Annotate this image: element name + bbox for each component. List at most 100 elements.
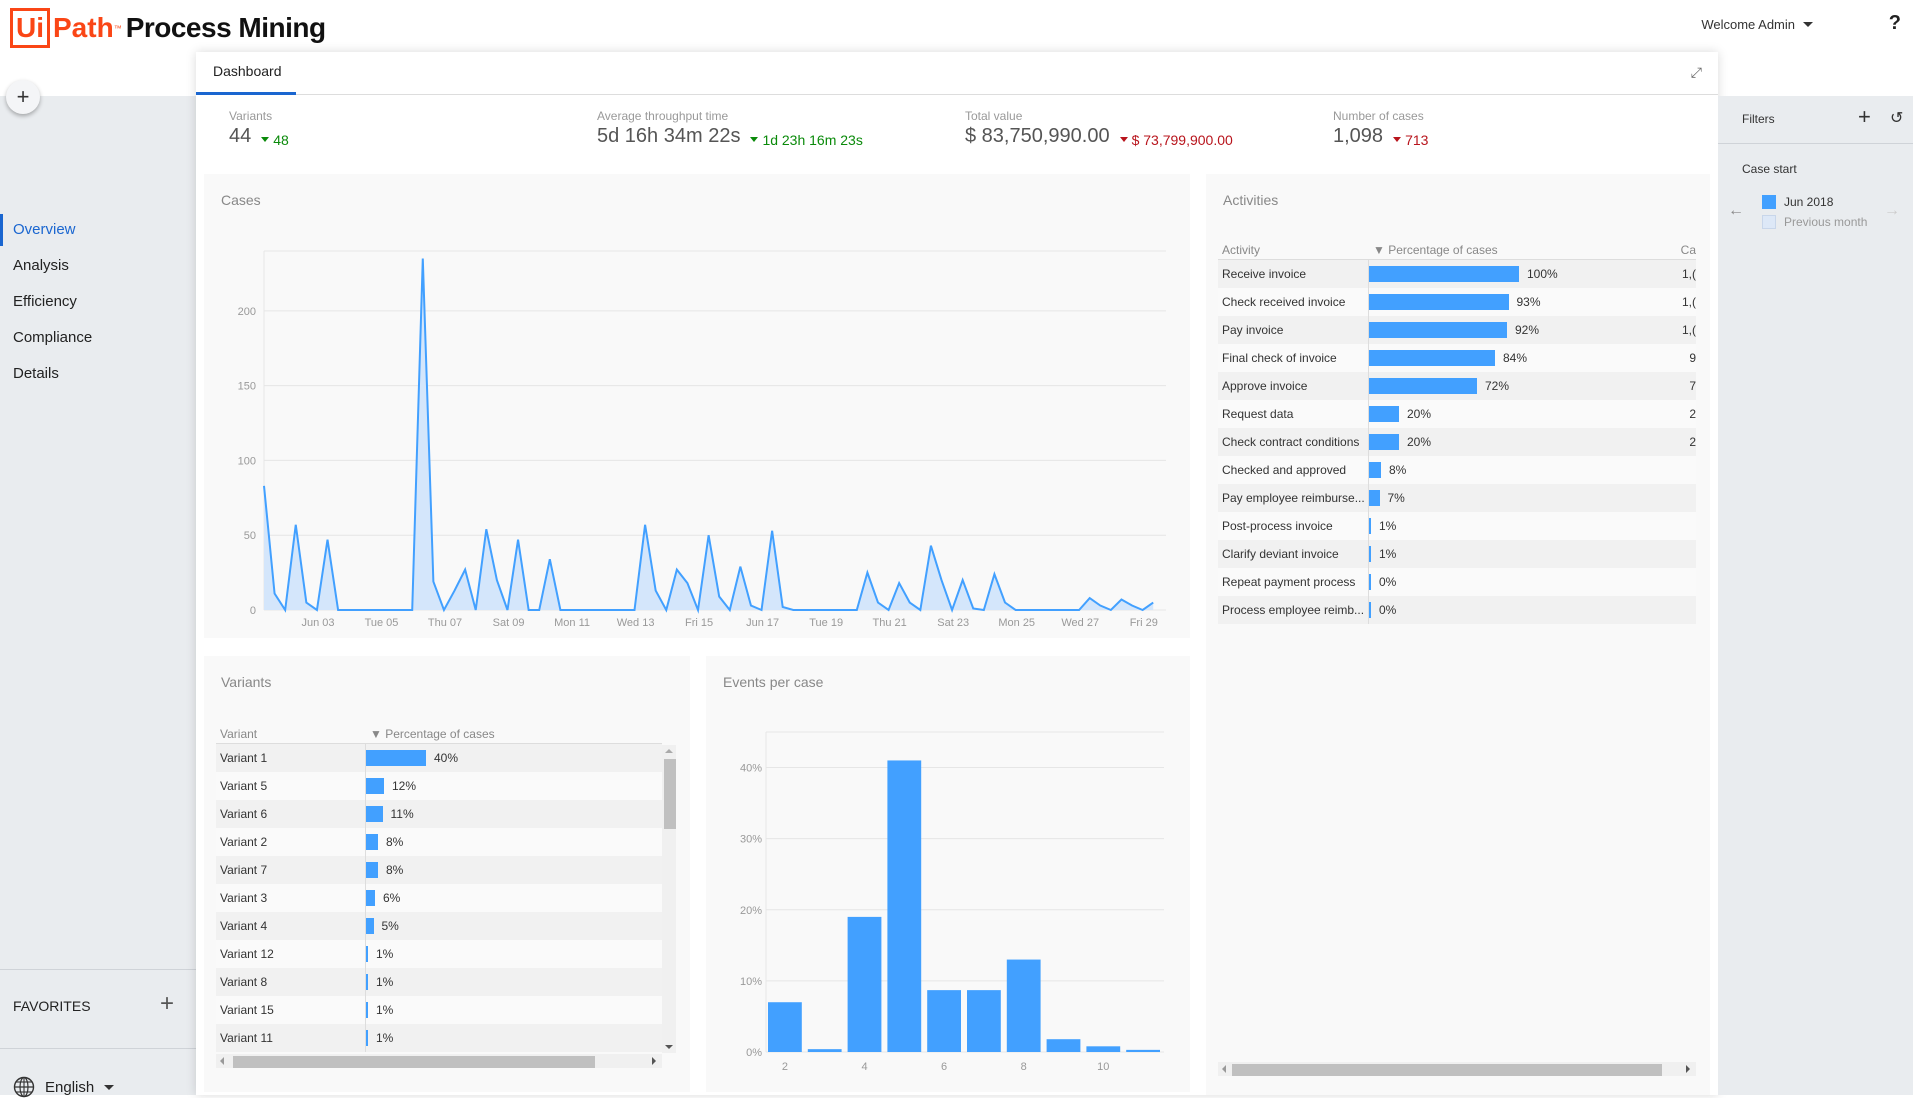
sidebar-item-efficiency[interactable]: Efficiency	[0, 284, 196, 320]
tab-dashboard[interactable]: Dashboard	[196, 52, 296, 95]
table-row[interactable]: Check received invoice93%1,(	[1218, 288, 1696, 316]
col-variant[interactable]: Variant	[216, 724, 366, 743]
scroll-up-icon[interactable]	[665, 749, 673, 753]
row-name: Request data	[1218, 400, 1369, 428]
add-button[interactable]: +	[6, 80, 40, 114]
table-row[interactable]: Approve invoice72%7	[1218, 372, 1696, 400]
logo-product-name: Process Mining	[126, 12, 326, 44]
help-icon[interactable]: ?	[1889, 12, 1901, 35]
row-bar-cell: 84%	[1369, 344, 1676, 372]
percentage-label: 7%	[1388, 491, 1405, 505]
table-row[interactable]: Clarify deviant invoice1%	[1218, 540, 1696, 568]
sidebar-item-analysis[interactable]: Analysis	[0, 248, 196, 284]
bar-events-11[interactable]	[1126, 1050, 1160, 1052]
row-name: Variant 1	[216, 744, 366, 772]
x-tick-label: Sat 23	[937, 617, 969, 629]
table-row[interactable]: Variant 81%	[216, 968, 662, 996]
user-menu[interactable]: Welcome Admin	[1701, 17, 1813, 32]
horizontal-scrollbar[interactable]	[1218, 1062, 1696, 1076]
table-row[interactable]: Receive invoice100%1,(	[1218, 260, 1696, 288]
horizontal-scrollbar[interactable]	[216, 1054, 662, 1068]
table-row[interactable]: Variant 512%	[216, 772, 662, 800]
col-percentage[interactable]: ▼ Percentage of cases	[1369, 240, 1676, 259]
bar-events-5[interactable]	[887, 760, 921, 1052]
bar-events-2[interactable]	[768, 1002, 802, 1052]
table-row[interactable]: Process employee reimb...0%	[1218, 596, 1696, 624]
row-bar-cell: 5%	[366, 912, 662, 940]
y-tick-label: 100	[238, 455, 256, 467]
table-row[interactable]: Variant 28%	[216, 828, 662, 856]
table-row[interactable]: Request data20%2	[1218, 400, 1696, 428]
sidebar-item-details[interactable]: Details	[0, 356, 196, 392]
kpi-delta: 713	[1393, 132, 1428, 148]
kpi-total-value: Total value $ 83,750,990.00 $ 73,799,900…	[965, 109, 1233, 148]
uipath-logo[interactable]: Ui Path ™ Process Mining	[10, 8, 326, 48]
col-percentage[interactable]: ▼ Percentage of cases	[366, 724, 662, 743]
scroll-left-icon[interactable]	[1222, 1065, 1226, 1073]
percentage-bar	[366, 946, 368, 962]
table-row[interactable]: Check contract conditions20%2	[1218, 428, 1696, 456]
bar-events-6[interactable]	[927, 990, 961, 1052]
table-row[interactable]: Variant 140%	[216, 744, 662, 772]
kpi-row: Variants 44 48 Average throughput time 5…	[196, 95, 1718, 165]
bar-events-4[interactable]	[848, 917, 882, 1052]
bar-events-7[interactable]	[967, 990, 1001, 1052]
legend-item-previous[interactable]: Previous month	[1762, 212, 1867, 232]
vertical-scrollbar[interactable]	[662, 745, 676, 1053]
reset-icon[interactable]: ↺	[1890, 108, 1903, 128]
y-tick-label: 0	[250, 605, 256, 617]
sidebar-item-overview[interactable]: Overview	[0, 212, 196, 248]
sidebar-item-compliance[interactable]: Compliance	[0, 320, 196, 356]
row-bar-cell: 8%	[366, 856, 662, 884]
table-row[interactable]: Variant 121%	[216, 940, 662, 968]
x-tick-label: Wed 27	[1061, 617, 1099, 629]
add-favorite-button[interactable]: +	[160, 990, 174, 1018]
table-row[interactable]: Variant 78%	[216, 856, 662, 884]
row-name: Post-process invoice	[1218, 512, 1369, 540]
card-title: Activities	[1223, 192, 1278, 208]
kpi-delta-value: 1d 23h 16m 23s	[762, 132, 862, 148]
scroll-left-icon[interactable]	[220, 1057, 224, 1065]
scrollbar-thumb[interactable]	[1232, 1064, 1662, 1076]
scrollbar-thumb[interactable]	[233, 1056, 595, 1068]
table-row[interactable]: Variant 611%	[216, 800, 662, 828]
add-filter-button[interactable]: +	[1858, 104, 1871, 130]
row-name: Variant 11	[216, 1024, 366, 1052]
scrollbar-thumb[interactable]	[664, 759, 676, 829]
expand-icon[interactable]: ⤢	[1691, 64, 1702, 81]
sidebar-nav: Overview Analysis Efficiency Compliance …	[0, 212, 196, 392]
table-row[interactable]: Variant 151%	[216, 996, 662, 1024]
cases-chart[interactable]: 050100150200Jun 03Tue 05Thu 07Sat 09Mon …	[204, 174, 1190, 638]
bar-events-3[interactable]	[808, 1049, 842, 1052]
table-row[interactable]: Variant 36%	[216, 884, 662, 912]
bar-events-9[interactable]	[1047, 1039, 1081, 1052]
x-tick-label: 6	[941, 1061, 947, 1073]
table-row[interactable]: Variant 45%	[216, 912, 662, 940]
col-cases[interactable]: Ca	[1676, 240, 1696, 259]
arrow-right-icon[interactable]: →	[1884, 202, 1900, 220]
kpi-delta-value: 713	[1405, 132, 1428, 148]
table-row[interactable]: Variant 111%	[216, 1024, 662, 1052]
legend-item-current[interactable]: Jun 2018	[1762, 192, 1867, 212]
arrow-left-icon[interactable]: ←	[1728, 202, 1744, 220]
case-start-label: Case start	[1742, 162, 1797, 176]
table-row[interactable]: Post-process invoice1%	[1218, 512, 1696, 540]
scroll-down-icon[interactable]	[665, 1045, 673, 1049]
row-name: Variant 8	[216, 968, 366, 996]
row-name: Check contract conditions	[1218, 428, 1369, 456]
percentage-bar	[366, 1002, 368, 1018]
table-row[interactable]: Pay employee reimburse...7%	[1218, 484, 1696, 512]
col-activity[interactable]: Activity	[1218, 240, 1369, 259]
table-row[interactable]: Final check of invoice84%9	[1218, 344, 1696, 372]
bar-events-8[interactable]	[1007, 960, 1041, 1052]
scroll-right-icon[interactable]	[1686, 1065, 1690, 1073]
table-body: Receive invoice100%1,(Check received inv…	[1218, 260, 1696, 624]
bar-events-10[interactable]	[1086, 1046, 1120, 1052]
events-per-case-chart[interactable]: 0%10%20%30%40%246810	[706, 656, 1190, 1092]
table-row[interactable]: Checked and approved8%	[1218, 456, 1696, 484]
row-name: Approve invoice	[1218, 372, 1369, 400]
table-row[interactable]: Pay invoice92%1,(	[1218, 316, 1696, 344]
table-row[interactable]: Repeat payment process0%	[1218, 568, 1696, 596]
chevron-down-icon	[1803, 22, 1813, 27]
scroll-right-icon[interactable]	[652, 1057, 656, 1065]
